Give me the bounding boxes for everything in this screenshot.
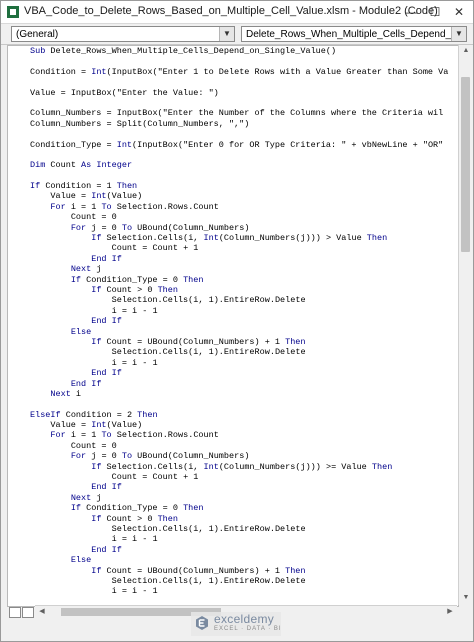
chevron-down-icon[interactable]: ▼ — [219, 27, 234, 41]
code-line[interactable]: If Count > 0 Then — [30, 514, 448, 524]
code-line[interactable] — [30, 98, 448, 108]
chevron-down-icon[interactable]: ▼ — [451, 27, 466, 41]
code-line[interactable]: ElseIf Condition = 2 Then — [30, 410, 448, 420]
exceldemy-logo-icon — [196, 616, 208, 630]
code-line[interactable]: Else — [30, 327, 448, 337]
code-line[interactable]: i = i - 1 — [30, 306, 448, 316]
code-line[interactable]: Count = 0 — [30, 212, 448, 222]
code-line[interactable]: End If — [30, 316, 448, 326]
code-editor[interactable]: Sub Delete_Rows_When_Multiple_Cells_Depe… — [7, 45, 459, 607]
code-line[interactable]: Next j — [30, 264, 448, 274]
code-line[interactable]: If Condition_Type = 0 Then — [30, 503, 448, 513]
code-line[interactable]: For i = 1 To Selection.Rows.Count — [30, 430, 448, 440]
code-line[interactable]: Count = Count + 1 — [30, 472, 448, 482]
watermark-tagline: EXCEL · DATA · BI — [214, 626, 282, 632]
code-line[interactable]: Else — [30, 555, 448, 565]
code-line[interactable] — [30, 77, 448, 87]
code-line[interactable] — [30, 150, 448, 160]
code-line[interactable]: Next i — [30, 389, 448, 399]
code-line[interactable]: End If — [30, 368, 448, 378]
code-line[interactable]: Dim Count As Integer — [30, 160, 448, 170]
close-button[interactable]: ✕ — [447, 1, 471, 23]
scroll-up-icon[interactable]: ▲ — [459, 45, 473, 57]
title-bar: VBA_Code_to_Delete_Rows_Based_on_Multipl… — [1, 1, 473, 24]
scroll-right-icon[interactable]: ▶ — [443, 606, 457, 618]
code-line[interactable]: Selection.Cells(i, 1).EntireRow.Delete — [30, 295, 448, 305]
code-line[interactable]: End If — [30, 254, 448, 264]
window-title: VBA_Code_to_Delete_Rows_Based_on_Multipl… — [24, 5, 438, 17]
code-line[interactable]: If Selection.Cells(i, Int(Column_Numbers… — [30, 462, 448, 472]
minimize-button[interactable]: — — [399, 1, 423, 23]
code-line[interactable]: Sub Delete_Rows_When_Multiple_Cells_Depe… — [30, 46, 448, 56]
code-line[interactable]: Selection.Cells(i, 1).EntireRow.Delete — [30, 347, 448, 357]
watermark-name: exceldemy — [214, 612, 275, 626]
module-toolbar: (General) ▼ Delete_Rows_When_Multiple_Ce… — [1, 24, 473, 45]
code-line[interactable]: Next j — [30, 493, 448, 503]
code-line[interactable] — [30, 171, 448, 181]
code-line[interactable]: i = i - 1 — [30, 586, 448, 596]
code-line[interactable]: Value = Int(Value) — [30, 191, 448, 201]
vertical-scrollbar[interactable]: ▲ ▼ — [458, 45, 473, 605]
object-dropdown-value: (General) — [16, 29, 59, 40]
code-line[interactable]: i = i - 1 — [30, 534, 448, 544]
full-module-view-button[interactable] — [22, 607, 34, 618]
code-line[interactable]: Column_Numbers = Split(Column_Numbers, "… — [30, 119, 448, 129]
code-line[interactable]: End If — [30, 545, 448, 555]
code-line[interactable]: Condition = Int(InputBox("Enter 1 to Del… — [30, 67, 448, 77]
object-dropdown[interactable]: (General) ▼ — [11, 26, 235, 42]
code-line[interactable] — [30, 129, 448, 139]
code-line[interactable]: If Selection.Cells(i, Int(Column_Numbers… — [30, 233, 448, 243]
code-line[interactable]: If Count = UBound(Column_Numbers) + 1 Th… — [30, 566, 448, 576]
code-line[interactable]: If Condition = 1 Then — [30, 181, 448, 191]
procedure-dropdown-value: Delete_Rows_When_Multiple_Cells_Depend_o… — [246, 29, 466, 40]
scroll-left-icon[interactable]: ◀ — [35, 606, 49, 618]
code-line[interactable]: For j = 0 To UBound(Column_Numbers) — [30, 451, 448, 461]
excel-vba-icon — [7, 6, 19, 18]
vertical-scroll-thumb[interactable] — [461, 77, 470, 252]
code-line[interactable]: Value = Int(Value) — [30, 420, 448, 430]
code-line[interactable]: Selection.Cells(i, 1).EntireRow.Delete — [30, 576, 448, 586]
code-line[interactable]: Count = 0 — [30, 441, 448, 451]
code-line[interactable]: If Count > 0 Then — [30, 285, 448, 295]
code-line[interactable]: If Condition_Type = 0 Then — [30, 275, 448, 285]
code-line[interactable]: End If — [30, 482, 448, 492]
code-line[interactable]: Value = InputBox("Enter the Value: ") — [30, 88, 448, 98]
code-line[interactable]: Condition_Type = Int(InputBox("Enter 0 f… — [30, 140, 448, 150]
code-line[interactable]: End If — [30, 379, 448, 389]
procedure-dropdown[interactable]: Delete_Rows_When_Multiple_Cells_Depend_o… — [241, 26, 467, 42]
code-line[interactable] — [30, 56, 448, 66]
code-line[interactable] — [30, 399, 448, 409]
code-line[interactable]: If Count = UBound(Column_Numbers) + 1 Th… — [30, 337, 448, 347]
code-text[interactable]: Sub Delete_Rows_When_Multiple_Cells_Depe… — [30, 46, 448, 597]
code-line[interactable]: For j = 0 To UBound(Column_Numbers) — [30, 223, 448, 233]
code-line[interactable]: Column_Numbers = InputBox("Enter the Num… — [30, 108, 448, 118]
vba-editor-window: VBA_Code_to_Delete_Rows_Based_on_Multipl… — [0, 0, 474, 642]
code-line[interactable]: Count = Count + 1 — [30, 243, 448, 253]
scroll-down-icon[interactable]: ▼ — [459, 592, 473, 604]
code-line[interactable]: Selection.Cells(i, 1).EntireRow.Delete — [30, 524, 448, 534]
procedure-view-button[interactable] — [9, 607, 21, 618]
maximize-button[interactable]: ☐ — [423, 1, 447, 23]
code-line[interactable]: For i = 1 To Selection.Rows.Count — [30, 202, 448, 212]
code-line[interactable]: i = i - 1 — [30, 358, 448, 368]
